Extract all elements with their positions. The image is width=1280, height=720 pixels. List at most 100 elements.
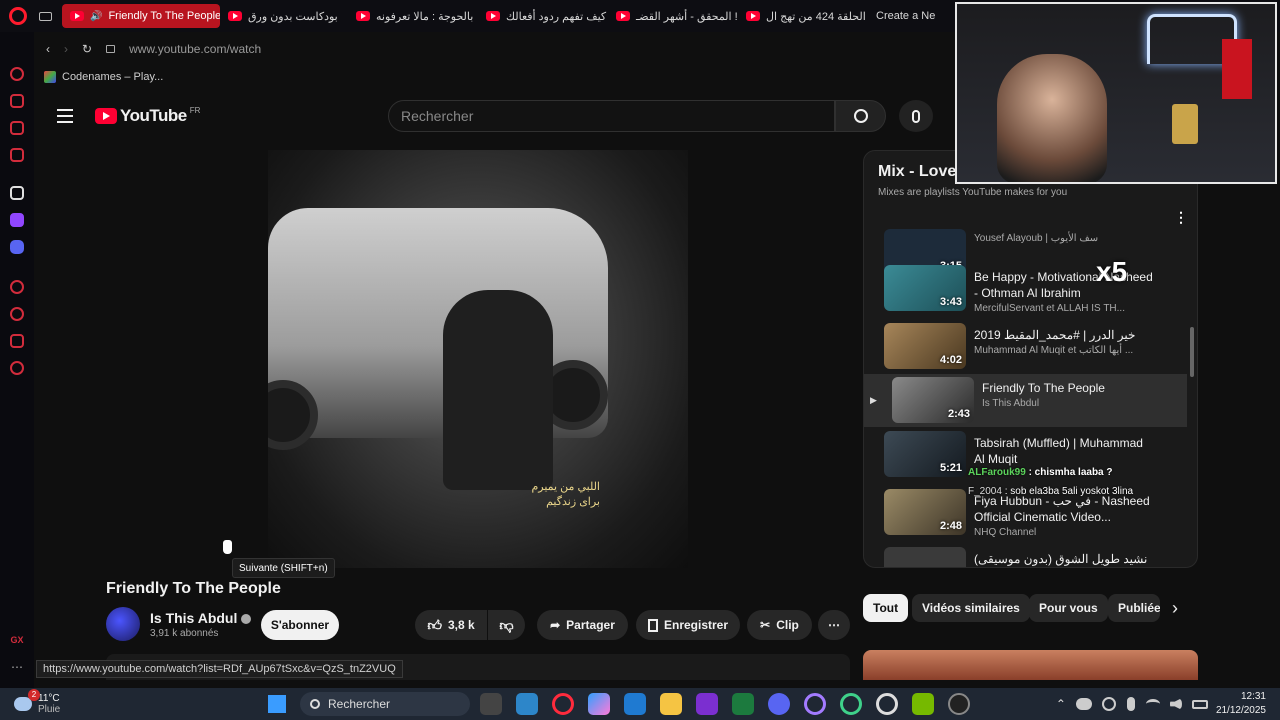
forward-icon[interactable]: › xyxy=(64,42,68,56)
opera-green-icon[interactable] xyxy=(840,693,862,715)
more-actions-button[interactable]: ⋯ xyxy=(818,610,850,640)
wifi-icon[interactable] xyxy=(1145,699,1160,709)
thumbs-down-icon: 👎︎ xyxy=(499,616,514,633)
youtube-icon xyxy=(486,11,500,21)
channel-name[interactable]: Is This Abdul xyxy=(150,610,252,626)
tab-manager-icon[interactable] xyxy=(39,11,52,21)
chip-related[interactable]: Vidéos similaires xyxy=(912,594,1030,622)
tab[interactable]: بالحوجة : مالا تعرفونه xyxy=(348,4,478,28)
opera-air-icon[interactable] xyxy=(804,693,826,715)
video-title: Friendly To The People xyxy=(106,580,281,597)
status-url: https://www.youtube.com/watch?list=RDf_A… xyxy=(36,660,403,678)
cloud-icon[interactable] xyxy=(1075,698,1092,710)
discord-icon[interactable] xyxy=(10,240,24,254)
more-horizontal-icon: ⋯ xyxy=(828,618,840,632)
channel-avatar[interactable] xyxy=(106,607,140,641)
battery-icon[interactable] xyxy=(1191,699,1208,709)
chat-message: ALFarouk99 : chismha laaba ? xyxy=(968,467,1113,478)
search-input[interactable]: Rechercher xyxy=(388,100,835,132)
speaker-icon[interactable]: 🔊 xyxy=(90,11,102,22)
scrollbar[interactable] xyxy=(1190,327,1194,377)
gx-label: GX xyxy=(10,635,24,645)
search-button[interactable] xyxy=(835,100,886,132)
volume-icon[interactable] xyxy=(1169,698,1182,710)
extensions-icon[interactable] xyxy=(10,334,24,348)
discord-icon[interactable] xyxy=(768,693,790,715)
obs-icon[interactable] xyxy=(948,693,970,715)
dislike-button[interactable]: 👎︎ xyxy=(488,610,525,640)
windows-start-icon[interactable] xyxy=(268,695,286,713)
browser-sidebar: GX ⋯ xyxy=(0,32,34,688)
messenger-icon[interactable] xyxy=(10,121,24,135)
playlist-item-current[interactable]: ▶ 2:43 Friendly To The People Is This Abd… xyxy=(864,374,1187,427)
excel-icon[interactable] xyxy=(732,693,754,715)
tab[interactable]: كيف تفهم ردود أفعالك xyxy=(478,4,608,28)
menu-icon[interactable] xyxy=(57,109,73,123)
file-explorer-icon[interactable] xyxy=(660,693,682,715)
taskbar-search[interactable]: Rechercher xyxy=(300,692,470,716)
opera-gx-icon[interactable] xyxy=(552,693,574,715)
mouse-cursor-icon xyxy=(223,540,232,554)
save-button[interactable]: Enregistrer xyxy=(636,610,740,640)
clock-icon[interactable] xyxy=(10,307,24,321)
mic-icon xyxy=(912,109,920,123)
video-overlay-text: اللبي من يميرم براى زندگيم xyxy=(531,481,600,508)
like-button[interactable]: 👍︎ 3,8 k xyxy=(415,610,487,640)
subscribe-button[interactable]: S'abonner xyxy=(261,610,339,640)
nvidia-icon[interactable] xyxy=(912,693,934,715)
more-icon[interactable]: ⋯ xyxy=(11,660,23,674)
tray-chevron-icon[interactable]: ⌃ xyxy=(1056,697,1066,711)
tab[interactable]: الحلقة 424 من تهج ال xyxy=(738,4,868,28)
youtube-icon xyxy=(356,11,370,21)
video-thumbnail: 4:02 xyxy=(884,323,966,369)
chip-published[interactable]: Publiée xyxy=(1108,594,1160,622)
back-icon[interactable]: ‹ xyxy=(46,42,50,56)
opera-icon[interactable] xyxy=(696,693,718,715)
tab-active[interactable]: 🔊 Friendly To The People xyxy=(62,4,220,28)
url-field[interactable]: www.youtube.com/watch xyxy=(129,42,261,56)
bookmark-codenames[interactable]: Codenames – Play... xyxy=(36,66,163,88)
x5-badge: x5 xyxy=(1096,256,1128,287)
opera-white-icon[interactable] xyxy=(876,693,898,715)
clock[interactable]: 12:31 21/12/2025 xyxy=(1216,690,1266,718)
youtube-logo[interactable]: YouTube FR xyxy=(95,106,200,126)
store-icon[interactable] xyxy=(624,693,646,715)
player-icon[interactable] xyxy=(10,148,24,162)
mic-button[interactable] xyxy=(899,100,933,132)
playlist-title: Mix - Love xyxy=(878,163,957,180)
playlist-item[interactable]: 4:02 2019 خير الدرر | #محمد_المقيط Muhamm… xyxy=(864,323,1187,373)
photos-icon[interactable] xyxy=(516,693,538,715)
opera-logo-icon[interactable] xyxy=(9,7,27,25)
tiktok-icon[interactable] xyxy=(10,186,24,200)
more-options-icon[interactable]: ⋮ xyxy=(1174,209,1188,226)
thumbs-up-icon: 👍︎ xyxy=(427,616,442,633)
tab[interactable]: المحقق - أشهر القضـ ! xyxy=(608,4,738,28)
video-thumbnail: 2:48 xyxy=(884,489,966,535)
copilot-icon[interactable] xyxy=(588,693,610,715)
aria-icon[interactable] xyxy=(10,67,24,81)
settings-icon[interactable] xyxy=(10,361,24,375)
playlist-item[interactable]: نشيد طويل الشوق (بدون موسيقى) xyxy=(864,547,1187,567)
weather-widget[interactable]: 2 11°C Pluie xyxy=(14,689,244,715)
chevron-right-icon[interactable]: › xyxy=(1172,598,1178,619)
chip-for-you[interactable]: Pour vous xyxy=(1029,594,1108,622)
crypto-wallet-icon[interactable] xyxy=(10,94,24,108)
sync-icon[interactable] xyxy=(1101,697,1116,711)
video-thumbnail: 2:43 xyxy=(892,377,974,423)
next-tooltip: Suivante (SHIFT+n) xyxy=(232,558,335,578)
twitch-icon[interactable] xyxy=(10,213,24,227)
reload-icon[interactable]: ↻ xyxy=(82,42,92,56)
subscriber-count: 3,91 k abonnés xyxy=(150,628,219,639)
task-view-icon[interactable] xyxy=(480,693,502,715)
lock-icon[interactable] xyxy=(106,45,116,53)
chip-all[interactable]: Tout xyxy=(863,594,909,622)
tab[interactable]: بودكاست بدون ورق xyxy=(220,4,348,28)
share-button[interactable]: ➦ Partager xyxy=(537,610,628,640)
tab[interactable]: Create a Ne xyxy=(868,4,948,28)
playlist-item[interactable]: 3:43 Be Happy - Motivational Nasheed - O… xyxy=(864,265,1187,319)
notification-badge: 2 xyxy=(28,689,40,701)
mic-tray-icon[interactable] xyxy=(1126,697,1135,711)
history-icon[interactable] xyxy=(10,280,24,294)
recommended-thumbnail[interactable] xyxy=(863,650,1198,680)
clip-button[interactable]: ✂ Clip xyxy=(747,610,812,640)
